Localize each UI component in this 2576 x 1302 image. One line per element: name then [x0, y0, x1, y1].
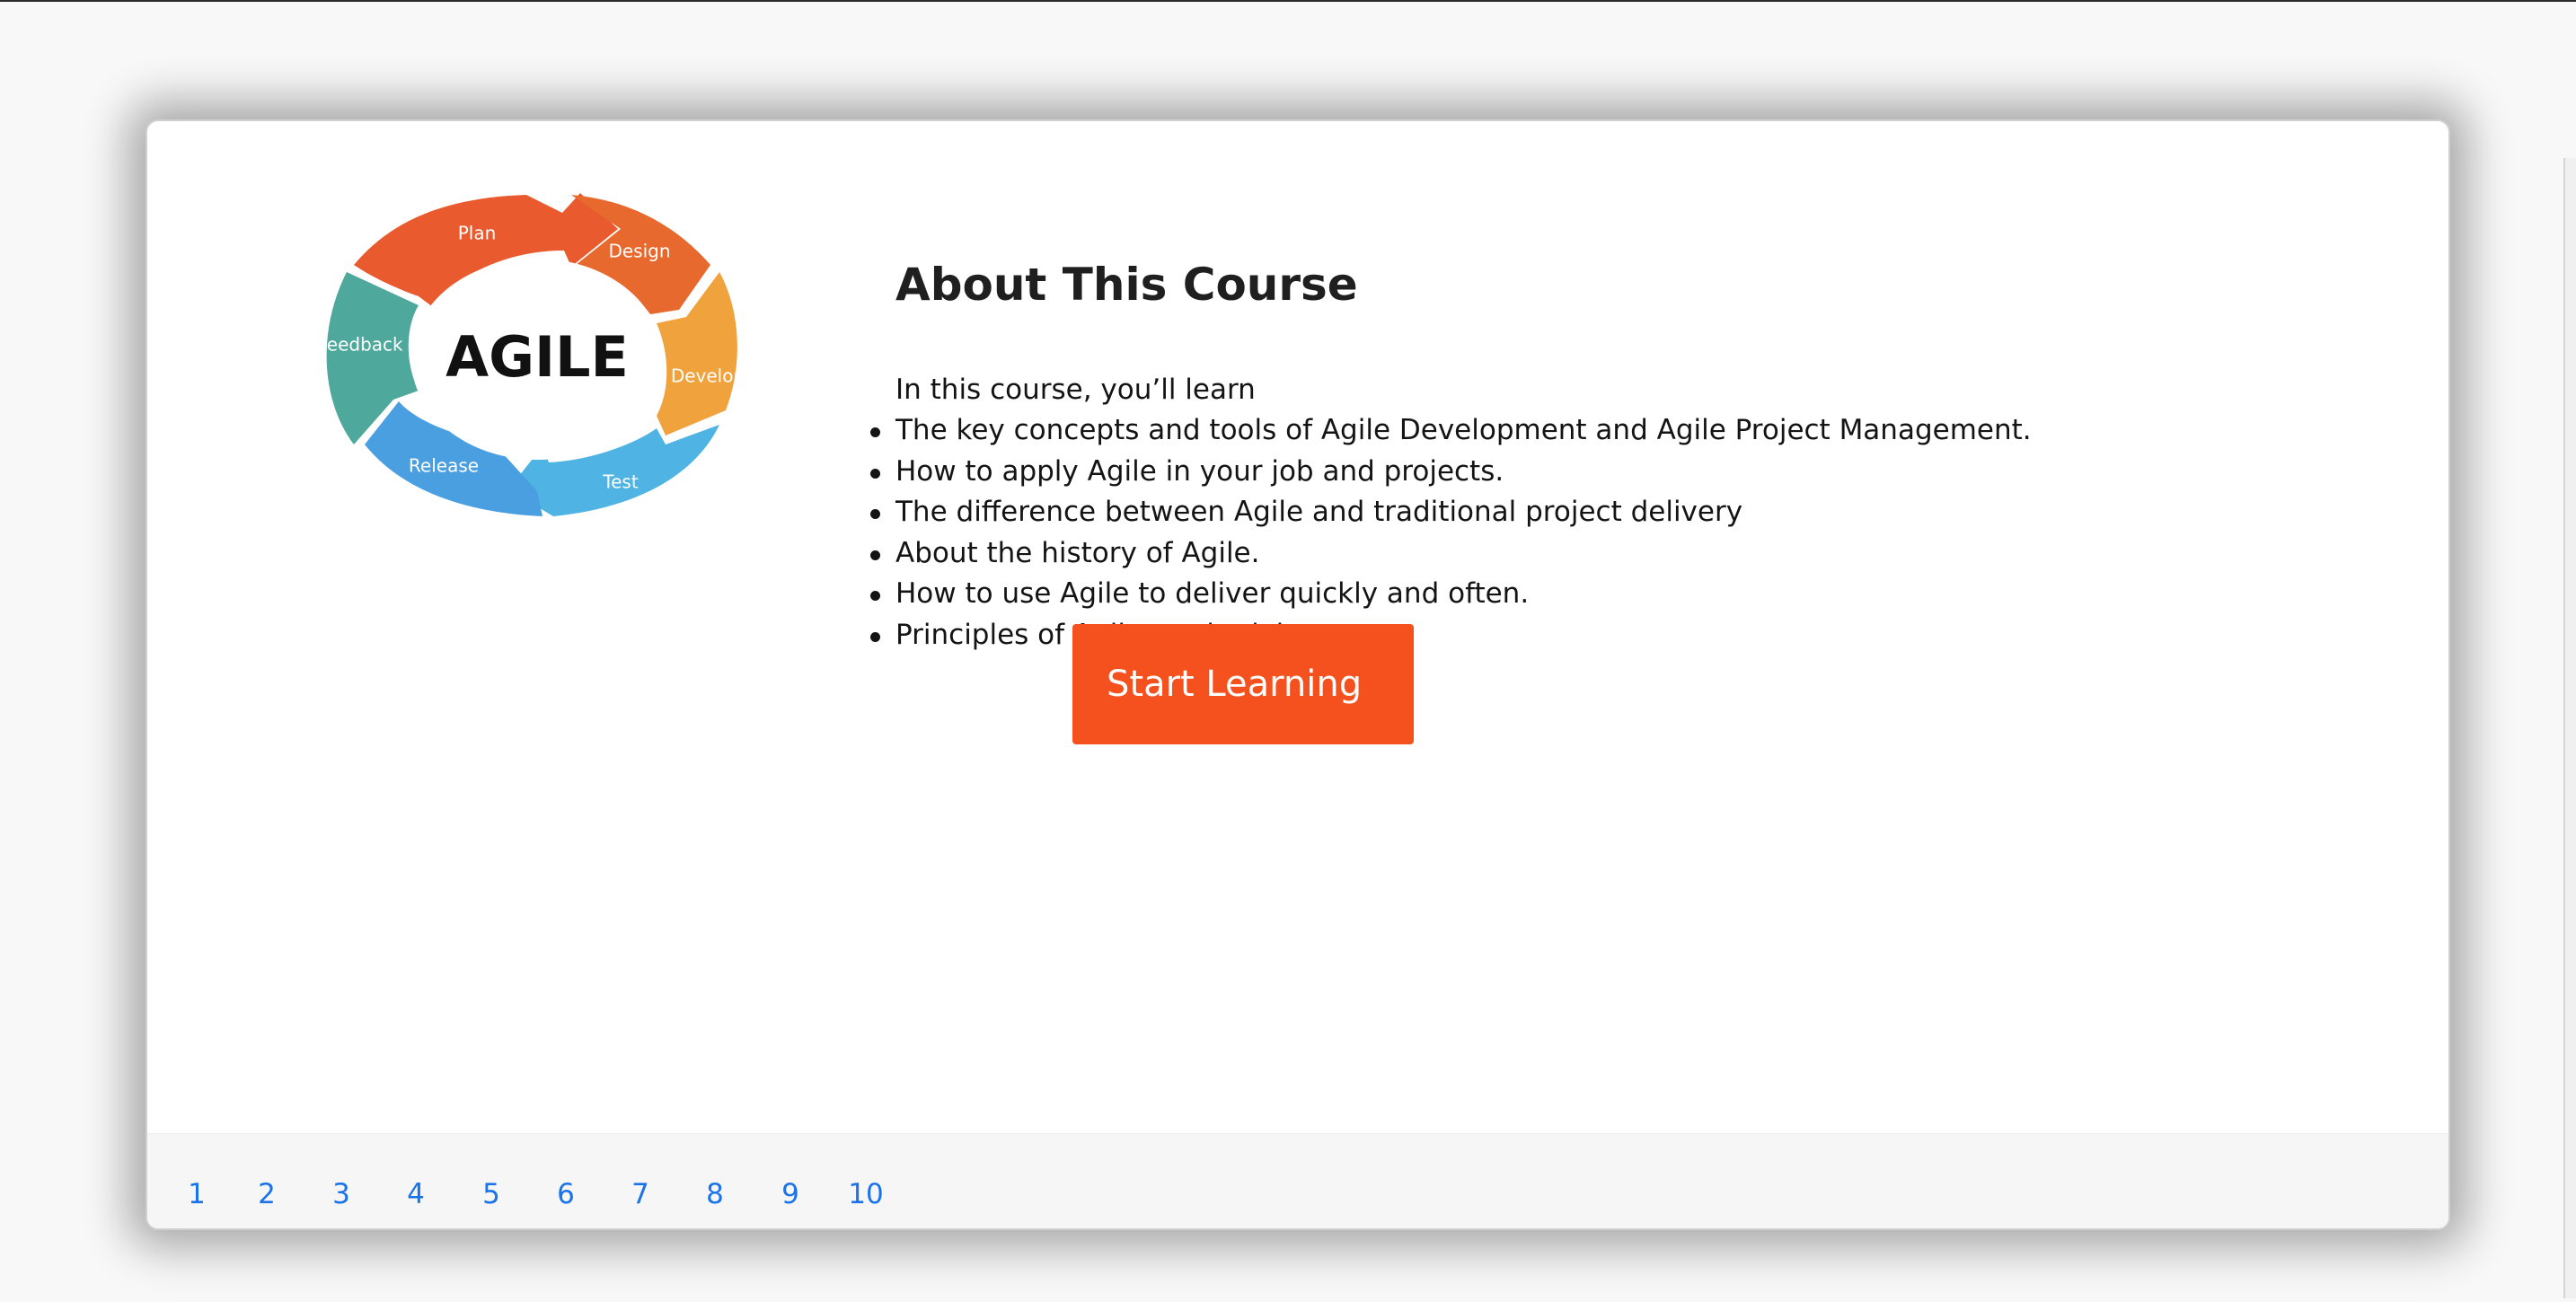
page-link-9[interactable]: 9 [768, 1172, 813, 1217]
page-scrollbar[interactable] [2563, 158, 2576, 1298]
list-item: How to apply Agile in your job and proje… [870, 452, 2032, 493]
design-label: Design [608, 241, 670, 262]
agile-center-word: AGILE [446, 324, 629, 390]
agile-cycle-diagram: AGILE Plan Design Develop Test Release F… [317, 193, 745, 516]
course-intro: In this course, you’ll learn [895, 374, 1256, 406]
page-link-4[interactable]: 4 [393, 1172, 438, 1217]
page-link-8[interactable]: 8 [693, 1172, 737, 1217]
page-link-2[interactable]: 2 [244, 1172, 289, 1217]
page-title: About This Course [895, 259, 1358, 311]
list-item: How to use Agile to deliver quickly and … [870, 574, 2032, 615]
page-link-1[interactable]: 1 [174, 1172, 219, 1217]
page-link-10[interactable]: 10 [843, 1172, 888, 1217]
page-link-6[interactable]: 6 [543, 1172, 588, 1217]
window-top-border [0, 0, 2576, 2]
release-label: Release [409, 455, 479, 477]
plan-label: Plan [458, 223, 497, 244]
course-card: AGILE Plan Design Develop Test Release F… [146, 119, 2450, 1230]
learning-outcomes-list: The key concepts and tools of Agile Deve… [870, 410, 2032, 656]
pagination-footer: 1 2 3 4 5 6 7 8 9 10 [147, 1133, 2448, 1228]
feedback-label: Feedback [317, 334, 403, 356]
list-item: The key concepts and tools of Agile Deve… [870, 410, 2032, 452]
test-label: Test [602, 471, 639, 493]
list-item: Principles of Agile methodology [870, 615, 2032, 656]
page-link-7[interactable]: 7 [618, 1172, 663, 1217]
list-item: About the history of Agile. [870, 533, 2032, 575]
agile-cycle-image: AGILE Plan Design Develop Test Release F… [302, 175, 751, 561]
page-link-5[interactable]: 5 [469, 1172, 514, 1217]
list-item: The difference between Agile and traditi… [870, 492, 2032, 533]
page-link-3[interactable]: 3 [319, 1172, 364, 1217]
course-content: AGILE Plan Design Develop Test Release F… [147, 121, 2448, 1134]
develop-label: Develop [671, 365, 745, 387]
start-learning-button[interactable]: Start Learning [1072, 624, 1414, 744]
